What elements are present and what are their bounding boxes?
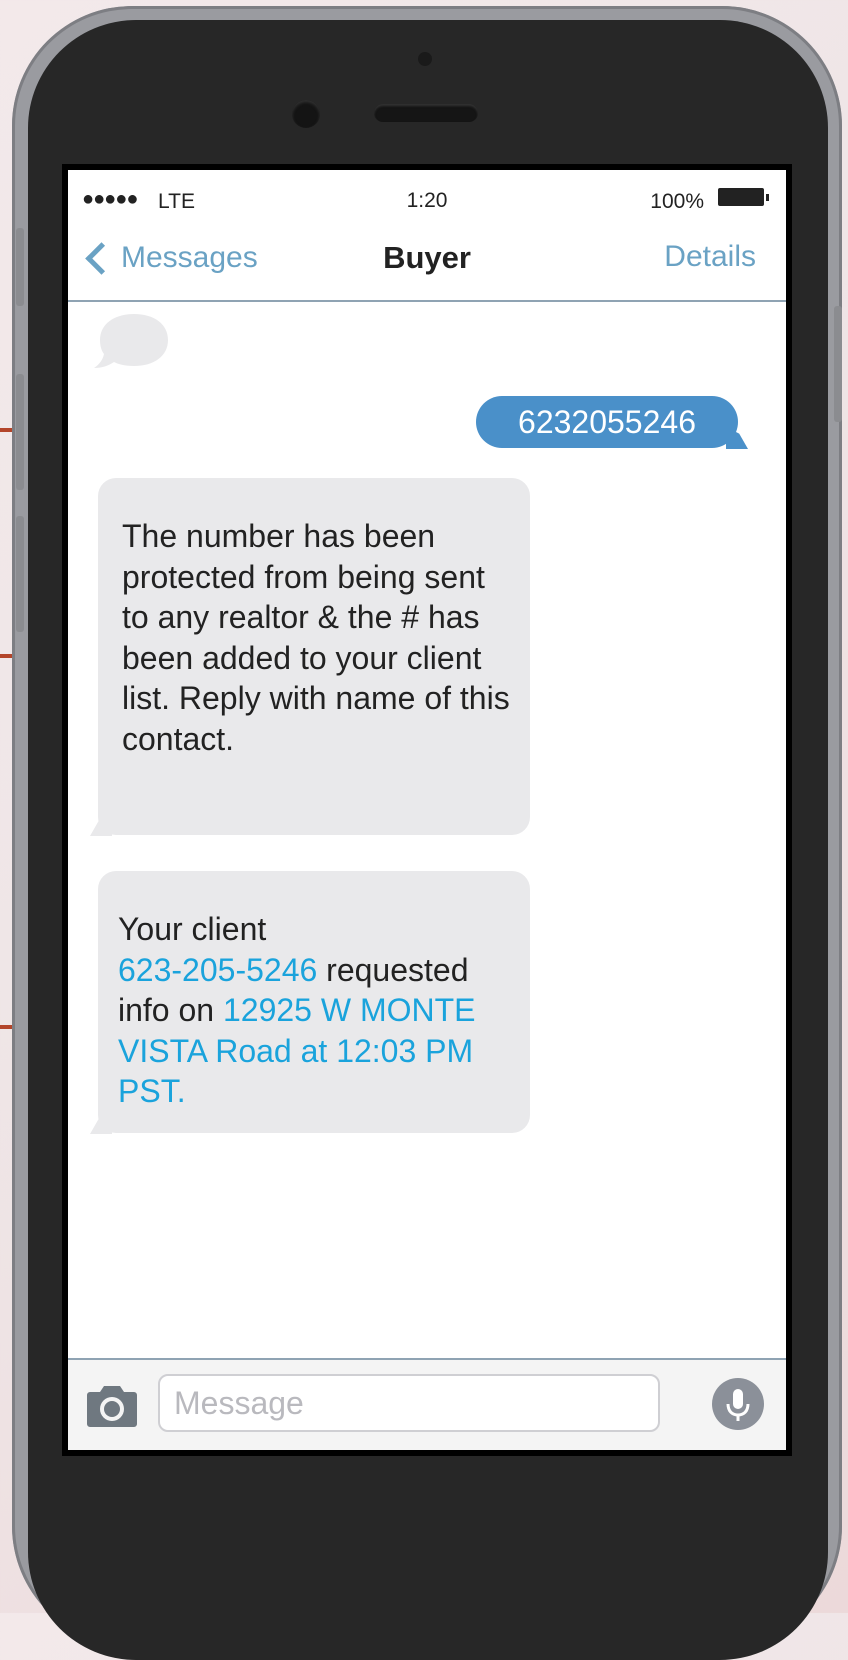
details-button[interactable]: Details bbox=[664, 240, 756, 274]
phone-number-link[interactable]: 623-205-5246 bbox=[118, 952, 317, 988]
compose-bar bbox=[68, 1358, 786, 1450]
silent-switch bbox=[16, 228, 24, 306]
camera-icon[interactable] bbox=[86, 1382, 138, 1428]
status-bar: ●●●●● LTE 1:20 100% bbox=[68, 170, 786, 222]
incoming-message[interactable]: The number has been protected from being… bbox=[98, 478, 530, 835]
earpiece-speaker bbox=[374, 104, 478, 122]
message-text: Your client bbox=[118, 911, 267, 947]
volume-up-button bbox=[16, 374, 24, 490]
microphone-icon bbox=[726, 1389, 750, 1421]
message-input[interactable] bbox=[158, 1374, 660, 1432]
microphone-button[interactable] bbox=[712, 1378, 764, 1430]
navigation-bar: Messages Buyer Details bbox=[68, 222, 786, 302]
messages-app: ●●●●● LTE 1:20 100% Messages Buyer Detai… bbox=[68, 170, 786, 1450]
phone-screen: ●●●●● LTE 1:20 100% Messages Buyer Detai… bbox=[62, 164, 792, 1456]
battery-percent: 100% bbox=[650, 190, 704, 213]
typing-indicator-icon bbox=[94, 314, 168, 368]
front-camera bbox=[292, 100, 320, 128]
incoming-message[interactable]: Your client 623-205-5246 requested info … bbox=[98, 871, 530, 1133]
power-button bbox=[834, 306, 842, 422]
proximity-sensor bbox=[418, 52, 432, 66]
outgoing-message[interactable]: 6232055246 bbox=[476, 396, 738, 448]
battery-icon bbox=[718, 188, 769, 206]
volume-down-button bbox=[16, 516, 24, 632]
